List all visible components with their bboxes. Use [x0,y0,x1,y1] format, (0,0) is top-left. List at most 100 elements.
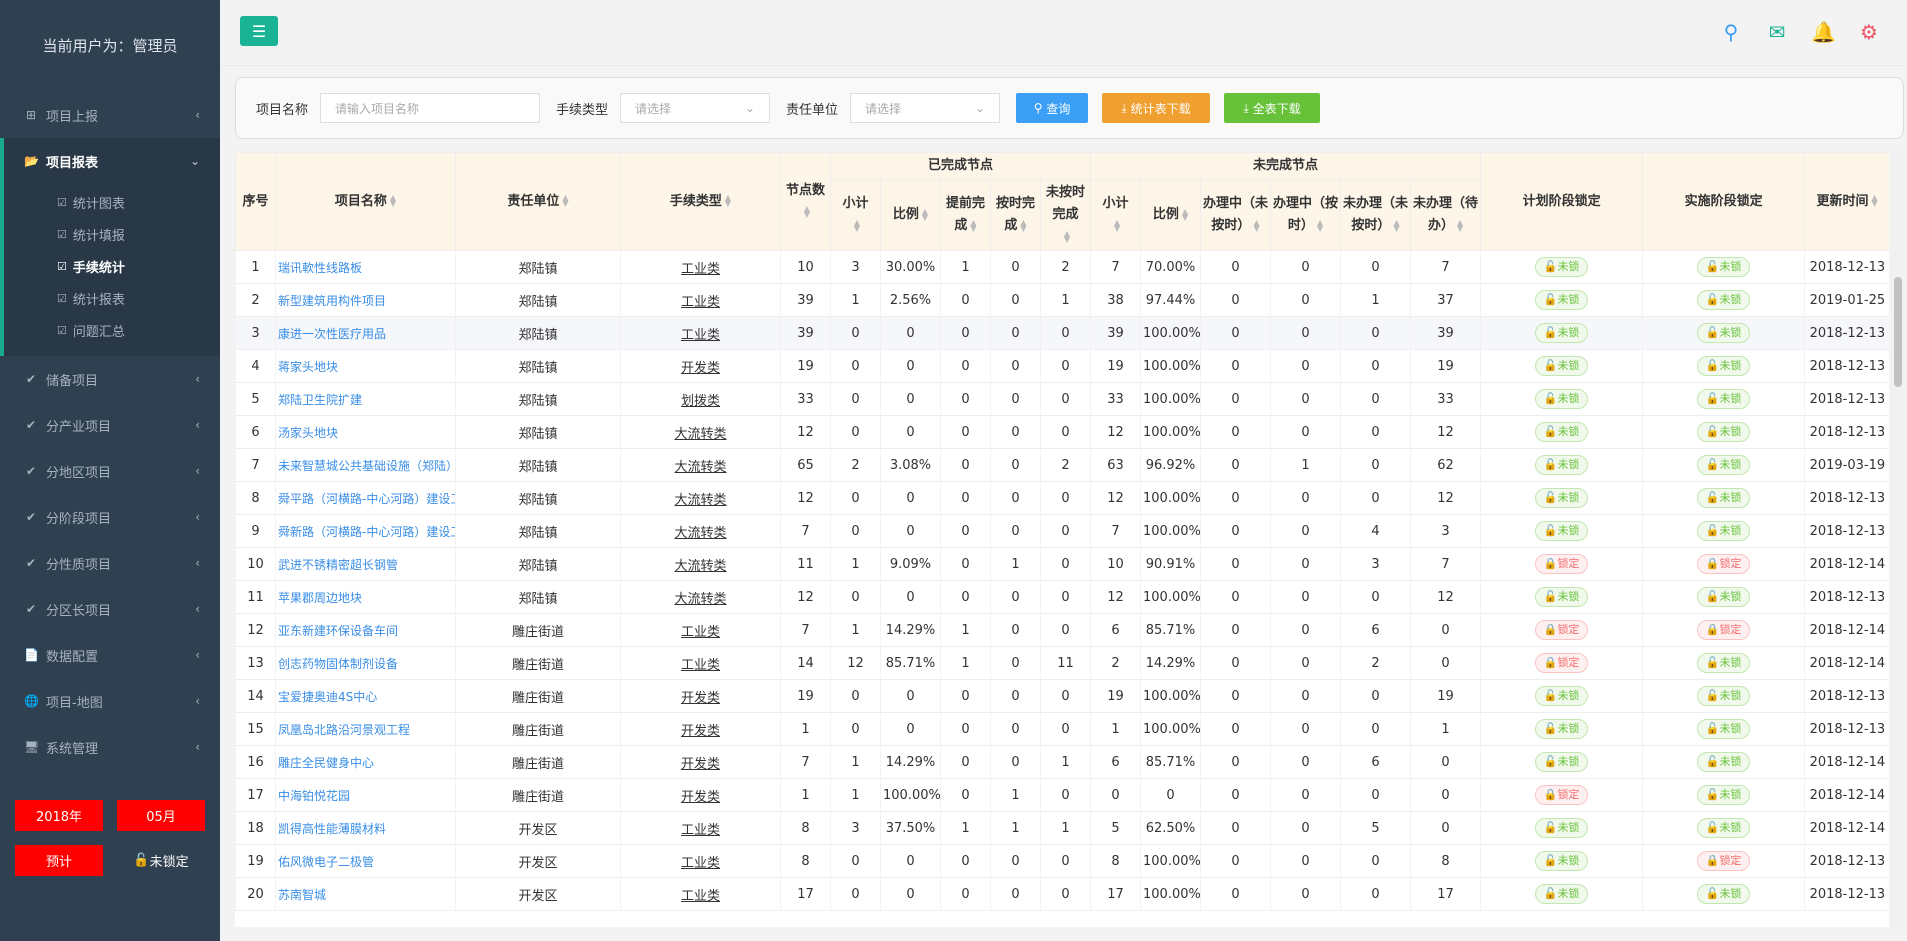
unlocked-badge[interactable]: 🔓未锁 [1534,686,1589,706]
unlocked-badge[interactable]: 🔓未锁 [1696,587,1751,607]
unlocked-badge[interactable]: 🔓未锁 [1534,587,1589,607]
sort-icon[interactable]: ▲ ▼ [1064,229,1070,243]
project-name-input[interactable]: 请输入项目名称 [320,93,541,123]
unlocked-badge[interactable]: 🔓未锁 [1534,521,1589,541]
unlocked-badge[interactable]: 🔓未锁 [1696,389,1751,409]
procedure-type-link[interactable]: 大流转类 [620,547,781,581]
unlocked-badge[interactable]: 🔓未锁 [1534,488,1589,508]
sort-icon[interactable]: ▲ ▼ [1393,218,1399,232]
table-row[interactable]: 15 凤凰岛北路沿河景观工程 雕庄街道 开发类 1 0 0 0 0 0 1 100.00% 0 0 0 1 🔓未… [235,712,1889,746]
menu-toggle-button[interactable]: ☰ [240,16,278,46]
month-button[interactable]: 05月 [117,800,205,831]
table-row[interactable]: 11 苹果郡周边地块 郑陆镇 大流转类 12 0 0 0 0 0 12 100.00% 0 0 0 12 🔓未锁… [235,580,1889,614]
col-nodes[interactable]: 节点数 ▲ ▼ [780,152,831,251]
sidebar-subitem-0[interactable]: ☑ 统计图表 [4,186,220,218]
unlocked-badge[interactable]: 🔓未锁 [1534,422,1589,442]
locked-badge[interactable]: 🔒锁定 [1696,851,1751,871]
table-row[interactable]: 4 蒋家头地块 郑陆镇 开发类 19 0 0 0 0 0 19 100.00% 0 0 0 19 🔓未锁 🔓未锁 2… [235,349,1889,383]
col-todo-wait[interactable]: 未办理（待办） ▲ ▼ [1410,179,1482,251]
unlocked-badge[interactable]: 🔓未锁 [1534,818,1589,838]
procedure-type-link[interactable]: 大流转类 [620,514,781,548]
unlocked-badge[interactable]: 🔓未锁 [1534,884,1589,904]
col-doing-late[interactable]: 办理中（未按时） ▲ ▼ [1200,179,1272,251]
procedure-type-select[interactable]: 请选择 ⌄ [620,93,771,123]
project-link[interactable]: 苏南智城 [275,877,456,911]
unlocked-badge[interactable]: 🔓未锁 [1696,488,1751,508]
sidebar-item-6[interactable]: ✔ 分性质项目 ‹ [0,540,220,586]
col-done-subtotal[interactable]: 小计 ▲ ▼ [830,179,881,251]
project-link[interactable]: 亚东新建环保设备车间 [275,613,456,647]
project-link[interactable]: 凤凰岛北路沿河景观工程 [275,712,456,746]
project-link[interactable]: 未来智慧城公共基础设施（郑陆） [275,448,456,482]
unlocked-badge[interactable]: 🔓未锁 [1534,752,1589,772]
project-link[interactable]: 康进一次性医疗用品 [275,316,456,350]
col-early[interactable]: 提前完成 ▲ ▼ [940,179,991,251]
project-link[interactable]: 佑风微电子二极管 [275,844,456,878]
unlocked-badge[interactable]: 🔓未锁 [1696,785,1751,805]
project-link[interactable]: 舜新路（河横路-中心河路）建设工 [275,514,456,548]
table-row[interactable]: 6 汤家头地块 郑陆镇 大流转类 12 0 0 0 0 0 12 100.00% 0 0 0 12 🔓未锁 🔓未锁… [235,415,1889,449]
sort-icon[interactable]: ▲ ▼ [804,205,810,219]
sidebar-item-7[interactable]: ✔ 分区长项目 ‹ [0,586,220,632]
unlocked-badge[interactable]: 🔓未锁 [1696,257,1751,277]
project-link[interactable]: 宝爱捷奥迪4S中心 [275,679,456,713]
locked-badge[interactable]: 🔒锁定 [1534,653,1589,673]
sidebar-item-3[interactable]: ✔ 分产业项目 ‹ [0,402,220,448]
sort-icon[interactable]: ▲ ▼ [1872,194,1878,208]
table-row[interactable]: 17 中海铂悦花园 雕庄街道 开发类 1 1 100.00% 0 1 0 0 0 0 0 0 0 🔒锁定 🔓未锁 2… [235,778,1889,812]
unlocked-badge[interactable]: 🔓未锁 [1534,851,1589,871]
unlocked-badge[interactable]: 🔓未锁 [1696,521,1751,541]
project-link[interactable]: 凯得高性能薄膜材料 [275,811,456,845]
unlocked-badge[interactable]: 🔓未锁 [1696,422,1751,442]
forecast-button[interactable]: 预计 [15,845,103,876]
procedure-type-link[interactable]: 大流转类 [620,415,781,449]
procedure-type-link[interactable]: 工业类 [620,316,781,350]
procedure-type-link[interactable]: 大流转类 [620,481,781,515]
col-type[interactable]: 手续类型 ▲ ▼ [620,152,781,251]
table-row[interactable]: 2 新型建筑用构件项目 郑陆镇 工业类 39 1 2.56% 0 0 1 38 97.44% 0 0 1 37… [235,283,1889,317]
sidebar-subitem-3[interactable]: ☑ 统计报表 [4,282,220,314]
col-undone-ratio[interactable]: 比例 ▲ ▼ [1140,179,1202,251]
procedure-type-link[interactable]: 开发类 [620,349,781,383]
table-row[interactable]: 20 苏南智城 开发区 工业类 17 0 0 0 0 0 17 100.00% 0 0 0 17 🔓未锁 🔓未锁 2… [235,877,1889,911]
lock-status-button[interactable]: 🔓 未锁定 [117,845,205,876]
locked-badge[interactable]: 🔒锁定 [1696,554,1751,574]
procedure-type-link[interactable]: 工业类 [620,613,781,647]
table-row[interactable]: 5 郑陆卫生院扩建 郑陆镇 划拨类 33 0 0 0 0 0 33 100.00% 0 0 0 33 🔓未锁 🔓未… [235,382,1889,416]
unlocked-badge[interactable]: 🔓未锁 [1696,752,1751,772]
sidebar-subitem-4[interactable]: ☑ 问题汇总 [4,314,220,346]
unlocked-badge[interactable]: 🔓未锁 [1534,257,1589,277]
procedure-type-link[interactable]: 工业类 [620,646,781,680]
sidebar-item-4[interactable]: ✔ 分地区项目 ‹ [0,448,220,494]
col-unit[interactable]: 责任单位 ▲ ▼ [455,152,621,251]
unlocked-badge[interactable]: 🔓未锁 [1534,719,1589,739]
procedure-type-link[interactable]: 划拨类 [620,382,781,416]
table-row[interactable]: 18 凯得高性能薄膜材料 开发区 工业类 8 3 37.50% 1 1 1 5 62.50% 0 0 5 0 🔓… [235,811,1889,845]
col-updated[interactable]: 更新时间 ▲ ▼ [1804,152,1889,251]
vertical-scrollbar[interactable] [1891,152,1905,927]
unlocked-badge[interactable]: 🔓未锁 [1696,323,1751,343]
unlocked-badge[interactable]: 🔓未锁 [1534,290,1589,310]
procedure-type-link[interactable]: 开发类 [620,679,781,713]
procedure-type-link[interactable]: 开发类 [620,778,781,812]
project-link[interactable]: 蒋家头地块 [275,349,456,383]
bell-icon[interactable]: 🔔 [1811,20,1836,44]
locked-badge[interactable]: 🔒锁定 [1534,785,1589,805]
table-row[interactable]: 19 佑风微电子二极管 开发区 工业类 8 0 0 0 0 0 8 100.00% 0 0 0 8 🔓未锁 🔒锁定… [235,844,1889,878]
procedure-type-link[interactable]: 工业类 [620,283,781,317]
sidebar-subitem-1[interactable]: ☑ 统计填报 [4,218,220,250]
sort-icon[interactable]: ▲ ▼ [725,194,731,208]
unlocked-badge[interactable]: 🔓未锁 [1696,290,1751,310]
table-row[interactable]: 1 瑞讯軟性线路板 郑陆镇 工业类 10 3 30.00% 1 0 2 7 70.00% 0 0 0 7 🔓未锁… [235,250,1889,284]
table-row[interactable]: 12 亚东新建环保设备车间 雕庄街道 工业类 7 1 14.29% 1 0 0 6 85.71% 0 0 6… [235,613,1889,647]
project-link[interactable]: 舜平路（河横路-中心河路）建设工 [275,481,456,515]
col-done-ratio[interactable]: 比例 ▲ ▼ [880,179,941,251]
project-link[interactable]: 创志药物固体制剂设备 [275,646,456,680]
sidebar-item-9[interactable]: 🌐 项目-地图 ‹ [0,678,220,724]
project-link[interactable]: 瑞讯軟性线路板 [275,250,456,284]
table-row[interactable]: 13 创志药物固体制剂设备 雕庄街道 工业类 14 12 85.71% 1 0 11 2 14.29%… [235,646,1889,680]
procedure-type-link[interactable]: 工业类 [620,811,781,845]
sort-icon[interactable]: ▲ ▼ [1114,218,1120,232]
project-link[interactable]: 雕庄全民健身中心 [275,745,456,779]
col-ontime[interactable]: 按时完成 ▲ ▼ [990,179,1041,251]
